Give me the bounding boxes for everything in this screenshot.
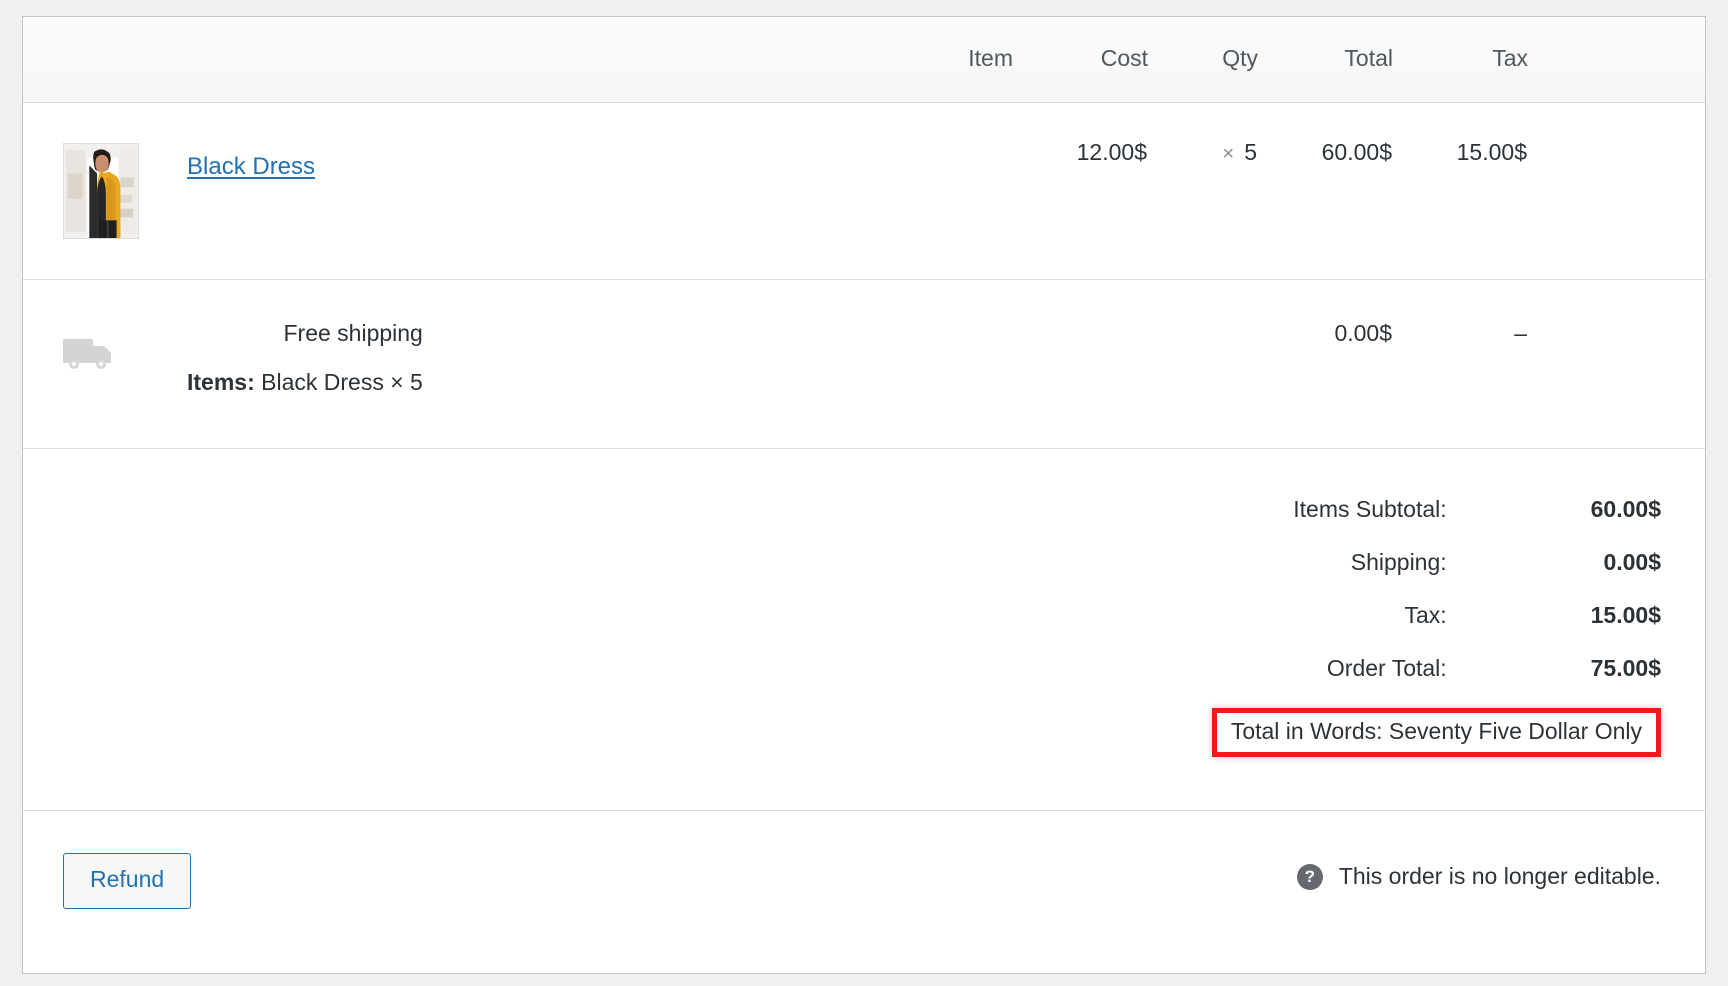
totals-label-items-subtotal: Items Subtotal: [1293, 496, 1447, 522]
qty-value: 5 [1244, 139, 1257, 165]
total-in-words-cell: Total in Words: Seventy Five Dollar Only [1211, 695, 1661, 770]
line-item-cell: Black Dress [23, 102, 1013, 280]
shipping-items-label: Items: [187, 369, 255, 395]
table-header-row: Item Cost Qty Total Tax [23, 17, 1705, 103]
shipping-items-meta: Items: Black Dress × 5 [187, 369, 423, 396]
totals-label-tax: Tax: [1404, 602, 1447, 628]
column-header-spacer [1528, 17, 1705, 103]
totals-label-order-total: Order Total: [1326, 655, 1447, 681]
shipping-items-value: Black Dress × 5 [261, 369, 423, 395]
order-editable-notice-text: This order is no longer editable. [1338, 863, 1661, 889]
totals-row-items-subtotal: Items Subtotal: 60.00$ [1212, 483, 1661, 536]
line-item-total: 60.00$ [1258, 102, 1393, 280]
totals-value-tax: 15.00$ [1590, 602, 1661, 628]
line-item-spacer [1528, 102, 1705, 280]
table-body: Black Dress 12.00$ × 5 60.00$ 15.00$ Fre… [23, 102, 1705, 449]
totals-label-shipping: Shipping: [1350, 549, 1447, 575]
page-background: Item Cost Qty Total Tax Black Dress 12.0… [0, 0, 1728, 986]
shipping-tax: – [1393, 279, 1528, 449]
product-name-link[interactable]: Black Dress [187, 153, 315, 180]
order-items-table: Item Cost Qty Total Tax Black Dress 12.0… [23, 17, 1705, 449]
refund-button[interactable]: Refund [63, 853, 192, 909]
shipping-method-name: Free shipping [283, 320, 423, 346]
product-thumbnail[interactable] [63, 143, 139, 239]
totals-row-order-total: Order Total: 75.00$ [1212, 642, 1661, 695]
line-item-tax: 15.00$ [1393, 102, 1528, 280]
totals-row-total-in-words: Total in Words: Seventy Five Dollar Only [1211, 695, 1661, 770]
totals-value-shipping: 0.00$ [1603, 549, 1661, 575]
column-header-total: Total [1258, 17, 1393, 103]
column-header-qty: Qty [1148, 17, 1258, 103]
total-in-words-highlight: Total in Words: Seventy Five Dollar Only [1211, 708, 1661, 757]
truck-icon [63, 320, 139, 372]
line-item-qty: × 5 [1148, 102, 1258, 280]
table-row-shipping: Free shipping Items: Black Dress × 5 0.0… [23, 279, 1705, 449]
table-row-line-item: Black Dress 12.00$ × 5 60.00$ 15.00$ [23, 102, 1705, 280]
order-editable-notice: ? This order is no longer editable. [1296, 853, 1661, 890]
order-items-panel: Item Cost Qty Total Tax Black Dress 12.0… [22, 16, 1706, 974]
shipping-qty-empty [1148, 279, 1258, 449]
shipping-cell: Free shipping Items: Black Dress × 5 [23, 279, 1013, 449]
totals-value-order-total: 75.00$ [1590, 655, 1661, 681]
column-header-tax: Tax [1393, 17, 1528, 103]
line-item-cost: 12.00$ [1013, 102, 1148, 280]
table-header: Item Cost Qty Total Tax [23, 17, 1705, 103]
totals-row-tax: Tax: 15.00$ [1212, 589, 1661, 642]
column-header-cost: Cost [1013, 17, 1148, 103]
totals-row-shipping: Shipping: 0.00$ [1212, 536, 1661, 589]
shipping-cost-empty [1013, 279, 1148, 449]
shipping-spacer [1528, 279, 1705, 449]
column-header-item: Item [23, 17, 1013, 103]
totals-value-items-subtotal: 60.00$ [1590, 496, 1661, 522]
order-totals-table: Items Subtotal: 60.00$ Shipping: 0.00$ T… [1211, 483, 1661, 770]
order-totals-section: Items Subtotal: 60.00$ Shipping: 0.00$ T… [23, 449, 1705, 811]
question-mark-icon[interactable]: ? [1296, 863, 1323, 890]
qty-multiplier-symbol: × [1222, 143, 1235, 165]
order-actions-footer: Refund ? This order is no longer editabl… [23, 811, 1705, 973]
shipping-total: 0.00$ [1258, 279, 1393, 449]
